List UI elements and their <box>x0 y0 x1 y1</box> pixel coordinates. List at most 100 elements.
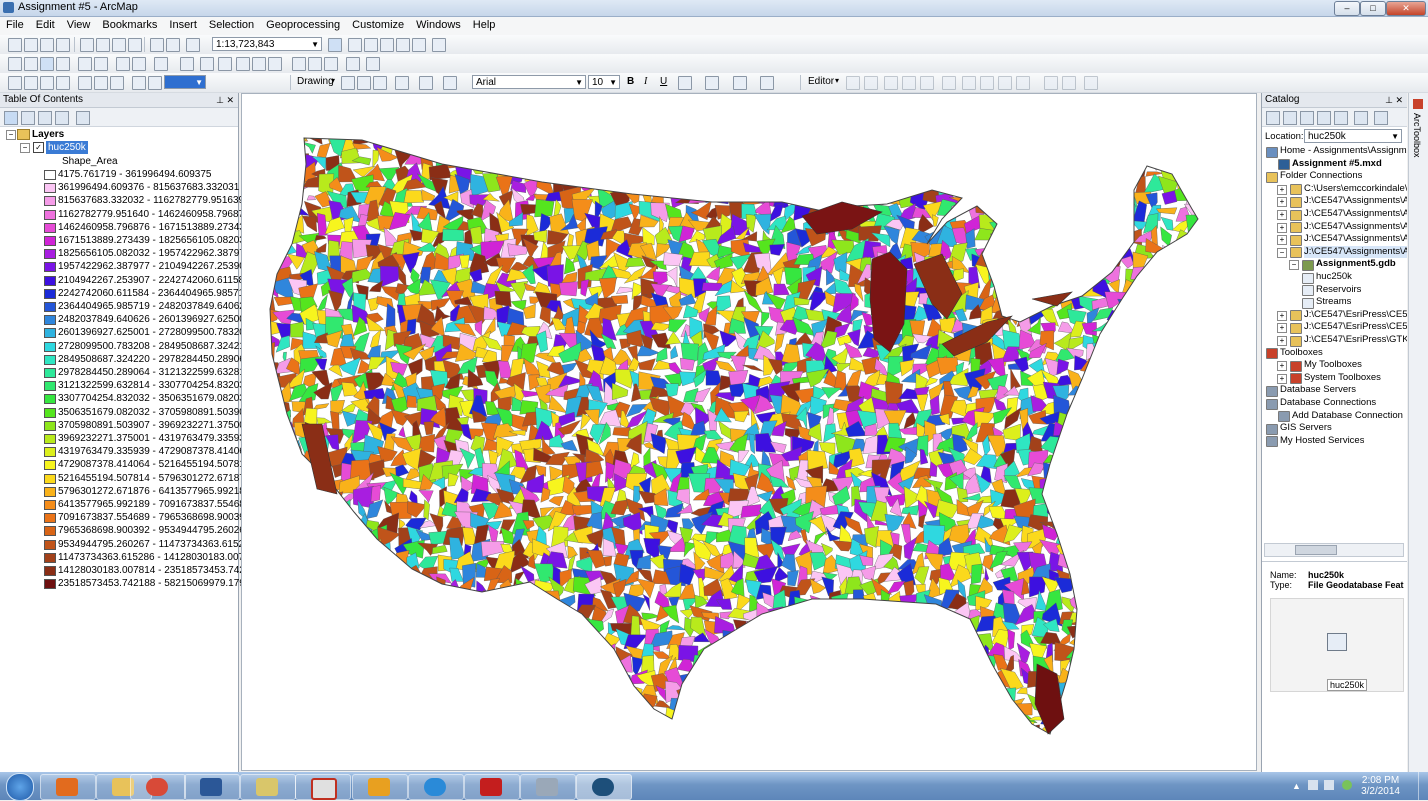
class-swatch[interactable] <box>44 566 56 576</box>
catalog-item[interactable]: Reservoirs <box>1316 284 1361 296</box>
time-slider-icon[interactable] <box>346 57 360 71</box>
open-folder-icon[interactable] <box>24 38 38 52</box>
catalog-item[interactable]: Database Connections <box>1280 397 1376 409</box>
taskbar-internet-explorer[interactable] <box>408 774 464 800</box>
close-button[interactable]: ✕ <box>1386 1 1426 16</box>
list-by-drawing-order-icon[interactable] <box>4 111 18 125</box>
scrollbar-thumb[interactable] <box>1295 545 1337 555</box>
class-swatch[interactable] <box>44 341 56 352</box>
show-hidden-icons-icon[interactable]: ▲ <box>1292 781 1302 791</box>
catalog-item[interactable]: Assignment #5.mxd <box>1292 158 1382 170</box>
fill-color-icon[interactable] <box>705 76 719 90</box>
line-color-icon[interactable] <box>733 76 747 90</box>
volume-icon[interactable] <box>1324 780 1334 790</box>
menu-windows[interactable]: Windows <box>410 17 467 31</box>
undo-icon[interactable] <box>150 38 164 52</box>
catalog-item[interactable]: Database Servers <box>1280 384 1356 396</box>
collapse-layers-icon[interactable]: − <box>6 130 16 140</box>
menu-help[interactable]: Help <box>467 17 502 31</box>
reshape-icon[interactable] <box>962 76 976 90</box>
drawing-menu[interactable]: Drawing <box>297 76 334 87</box>
class-swatch[interactable] <box>44 473 56 484</box>
class-swatch[interactable] <box>44 275 56 286</box>
class-swatch[interactable] <box>44 526 56 537</box>
taskbar-arcmap[interactable] <box>576 774 632 800</box>
go-forward-icon[interactable] <box>132 57 146 71</box>
class-swatch[interactable] <box>44 288 56 299</box>
class-swatch[interactable] <box>44 552 56 563</box>
home-icon[interactable] <box>1317 111 1331 125</box>
back-icon[interactable] <box>1266 111 1280 125</box>
cut-polygons-icon[interactable] <box>980 76 994 90</box>
catalog-item[interactable]: J:\CE547\EsriPress\CE547 Ex <box>1304 321 1407 333</box>
print-icon[interactable] <box>56 38 70 52</box>
add-data-icon[interactable] <box>186 38 200 52</box>
class-swatch[interactable] <box>44 302 56 312</box>
table-of-contents-icon[interactable] <box>348 38 362 52</box>
class-swatch[interactable] <box>44 420 56 431</box>
taskbar-calculator[interactable] <box>520 774 576 800</box>
straight-segment-icon[interactable] <box>884 76 898 90</box>
fixed-zoom-out-icon[interactable] <box>94 57 108 71</box>
list-by-selection-icon[interactable] <box>55 111 69 125</box>
delete-icon[interactable] <box>128 38 142 52</box>
layer-name-huc250k[interactable]: huc250k <box>46 141 88 154</box>
zoom-whole-page-icon[interactable] <box>56 76 70 90</box>
menu-customize[interactable]: Customize <box>346 17 410 31</box>
marker-color-icon[interactable] <box>760 76 774 90</box>
taskbar-media-player[interactable] <box>40 774 96 800</box>
layer-visibility-checkbox[interactable]: ✓ <box>33 142 44 153</box>
python-window-icon[interactable] <box>412 38 426 52</box>
expand-node-icon[interactable]: + <box>1277 323 1287 334</box>
menu-insert[interactable]: Insert <box>163 17 203 31</box>
expand-node-icon[interactable]: + <box>1277 184 1287 195</box>
rectangle-icon[interactable] <box>395 76 409 90</box>
search-window-icon[interactable] <box>380 38 394 52</box>
menu-view[interactable]: View <box>61 17 97 31</box>
layout-back-icon[interactable] <box>94 76 108 90</box>
new-document-icon[interactable] <box>8 38 22 52</box>
class-swatch[interactable] <box>44 513 56 524</box>
show-desktop-button[interactable] <box>1418 772 1428 800</box>
class-swatch[interactable] <box>44 315 56 326</box>
catalog-item[interactable]: Add Database Connection <box>1292 410 1403 422</box>
catalog-item[interactable]: GIS Servers <box>1280 422 1332 434</box>
list-by-visibility-icon[interactable] <box>38 111 52 125</box>
layout-zoom-out-icon[interactable] <box>24 76 38 90</box>
catalog-item[interactable]: J:\CE547\Assignments\Assi <box>1304 208 1407 220</box>
catalog-window-icon[interactable] <box>364 38 378 52</box>
class-swatch[interactable] <box>44 183 56 194</box>
rotate-icon[interactable] <box>357 76 371 90</box>
copy-icon[interactable] <box>96 38 110 52</box>
edit-vertices-icon[interactable] <box>443 76 457 90</box>
find-icon[interactable] <box>292 57 306 71</box>
layout-zoom-combo[interactable]: ▼ <box>164 75 206 89</box>
catalog-item[interactable]: My Toolboxes <box>1304 359 1362 371</box>
catalog-item[interactable]: J:\CE547\Assignments\Assi <box>1304 221 1407 233</box>
class-swatch[interactable] <box>44 328 56 339</box>
taskbar-chrome[interactable] <box>130 774 186 800</box>
find-route-icon[interactable] <box>308 57 322 71</box>
select-elements-icon[interactable] <box>200 57 214 71</box>
class-swatch[interactable] <box>44 368 56 378</box>
full-extent-icon[interactable] <box>56 57 70 71</box>
edit-tool-icon[interactable] <box>846 76 860 90</box>
catalog-item[interactable]: Assignment5.gdb <box>1316 258 1396 270</box>
class-swatch[interactable] <box>44 222 56 233</box>
taskbar-word[interactable] <box>184 774 240 800</box>
options-icon[interactable] <box>76 111 90 125</box>
huc250k-choropleth-map[interactable] <box>242 94 1256 770</box>
font-color-icon[interactable] <box>678 76 692 90</box>
expand-node-icon[interactable]: + <box>1277 222 1287 233</box>
close-icon[interactable]: ✕ <box>1395 95 1403 105</box>
class-swatch[interactable] <box>44 209 56 220</box>
expand-node-icon[interactable]: + <box>1277 373 1287 384</box>
start-button[interactable] <box>6 773 34 801</box>
maximize-button[interactable]: □ <box>1360 1 1386 16</box>
layout-zoom-in-icon[interactable] <box>8 76 22 90</box>
catalog-item[interactable]: J:\CE547\Assignments\Assi <box>1304 245 1407 258</box>
options-icon[interactable] <box>1374 111 1388 125</box>
toggle-contents-icon[interactable] <box>1354 111 1368 125</box>
pin-icon[interactable]: ⊥ <box>216 95 224 105</box>
expand-node-icon[interactable]: + <box>1277 336 1287 346</box>
